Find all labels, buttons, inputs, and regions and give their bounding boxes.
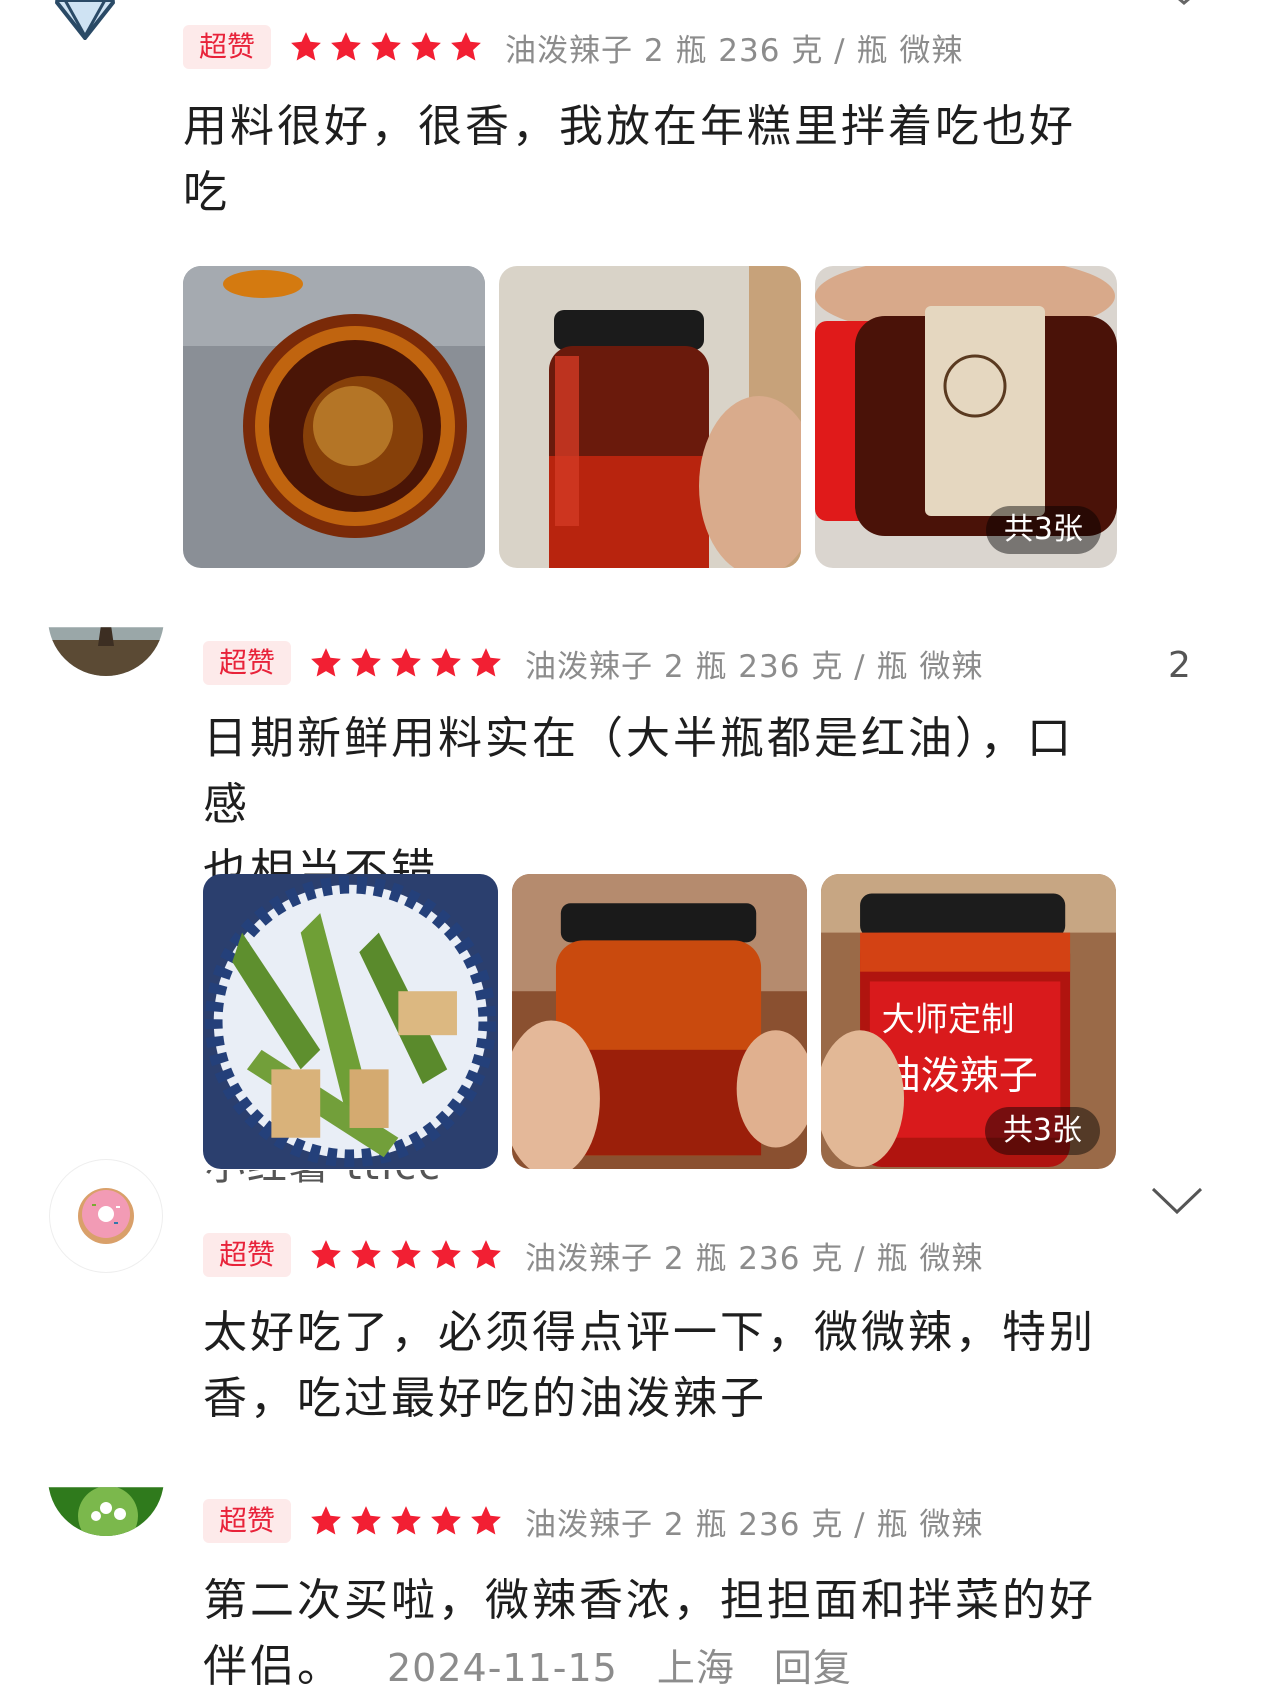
review-photo[interactable] [183, 266, 485, 568]
product-spec: 油泼辣子 2 瓶 236 克 / 瓶 微辣 [525, 1240, 984, 1277]
review-meta: 超赞 油泼辣子 2 瓶 236 克 / 瓶 微辣 [203, 1498, 983, 1544]
review-text: 太好吃了，必须得点评一下，微微辣，特别 香，吃过最好吃的油泼辣子 [203, 1300, 1103, 1432]
product-spec: 油泼辣子 2 瓶 236 克 / 瓶 微辣 [525, 1506, 984, 1543]
chevron-down-icon[interactable] [1150, 1186, 1204, 1220]
star-icon [331, 32, 361, 61]
jar-label-line2: 油泼辣子 [882, 1055, 1038, 1098]
star-icon [451, 32, 481, 61]
rating-badge: 超赞 [203, 641, 292, 685]
review-text-line: 用料很好，很香，我放在年糕里拌着吃也好 [183, 101, 1076, 152]
rating-badge: 超赞 [203, 1233, 292, 1277]
photo-row: 大师定制 油泼辣子 共3张 [203, 874, 1116, 1169]
review-text-line: 吃 [183, 167, 230, 218]
avatar-donut[interactable] [50, 1160, 162, 1272]
star-icon [471, 1240, 501, 1269]
rating-badge: 超赞 [183, 25, 272, 69]
star-icon [351, 1240, 381, 1269]
review-meta: 超赞 油泼辣子 2 瓶 236 克 / 瓶 微辣 [203, 1232, 983, 1278]
reply-button[interactable]: 回复 [774, 1646, 852, 1690]
review-photo[interactable] [512, 874, 807, 1169]
review-text: 用料很好，很香，我放在年糕里拌着吃也好 吃 [183, 94, 1083, 226]
reply-count[interactable]: 2 [1168, 645, 1191, 686]
star-icon [311, 1240, 341, 1269]
chevron-down-icon[interactable] [1170, 0, 1198, 9]
product-spec: 油泼辣子 2 瓶 236 克 / 瓶 微辣 [505, 32, 964, 69]
star-icon [471, 1506, 501, 1535]
star-icon [471, 648, 501, 677]
review-photo[interactable] [499, 266, 801, 568]
star-icon [291, 32, 321, 61]
star-icon [351, 1506, 381, 1535]
star-icon [371, 32, 401, 61]
star-icon [431, 1506, 461, 1535]
review-text-line: 太好吃了，必须得点评一下，微微辣，特别 [203, 1307, 1096, 1358]
star-icon [351, 648, 381, 677]
avatar-flower[interactable] [48, 1487, 164, 1536]
star-icon [431, 1240, 461, 1269]
star-icon [411, 32, 441, 61]
photo-row: 共3张 [183, 266, 1117, 568]
review-text-line: 香，吃过最好吃的油泼辣子 [203, 1373, 767, 1424]
review-text-line: 日期新鲜用料实在（大半瓶都是红油），口感 [203, 713, 1074, 830]
review-photo[interactable]: 共3张 [815, 266, 1117, 568]
rating-badge: 超赞 [203, 1499, 292, 1543]
review-date: 2024-11-15 [387, 1646, 618, 1690]
star-icon [311, 1506, 341, 1535]
product-spec: 油泼辣子 2 瓶 236 克 / 瓶 微辣 [525, 648, 984, 685]
photo-count-badge: 共3张 [985, 506, 1101, 554]
username[interactable]: 小红薯 tticc [205, 1170, 442, 1194]
star-icon [431, 648, 461, 677]
star-icon [391, 1240, 421, 1269]
review-footer-line: 伴侣。 2024-11-15 上海 回复 [203, 1634, 1203, 1701]
jar-label-line1: 大师定制 [882, 1001, 1015, 1038]
star-icon [311, 648, 341, 677]
review-meta: 超赞 油泼辣子 2 瓶 236 克 / 瓶 微辣 [203, 640, 983, 686]
star-rating [289, 30, 483, 64]
review-text-line: 伴侣。 [203, 1641, 344, 1692]
star-icon [391, 648, 421, 677]
star-rating [309, 1238, 503, 1272]
star-rating [309, 1504, 503, 1538]
avatar-diamond[interactable] [55, 0, 115, 40]
photo-count-badge: 共3张 [984, 1107, 1100, 1155]
review-meta: 超赞 油泼辣子 2 瓶 236 克 / 瓶 微辣 [183, 24, 963, 70]
review-location: 上海 [656, 1646, 735, 1690]
review-text-line: 第二次买啦，微辣香浓，担担面和拌菜的好 [203, 1575, 1096, 1626]
review-photo[interactable] [203, 874, 498, 1169]
avatar-paris[interactable] [48, 627, 164, 676]
review-text: 第二次买啦，微辣香浓，担担面和拌菜的好 伴侣。 2024-11-15 上海 回复 [203, 1568, 1203, 1701]
star-icon [391, 1506, 421, 1535]
star-rating [309, 646, 503, 680]
review-photo[interactable]: 大师定制 油泼辣子 共3张 [821, 874, 1116, 1169]
